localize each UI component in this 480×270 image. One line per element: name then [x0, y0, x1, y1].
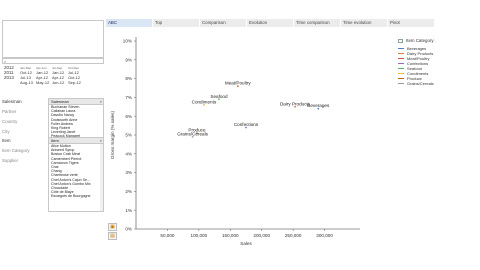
tab-abc[interactable]: ABC: [106, 19, 153, 27]
dimension-label[interactable]: Supplier: [2, 156, 46, 166]
selection-box[interactable]: [2, 20, 104, 58]
item-listbox[interactable]: Item ⌕ Alice Mutton Aniseed Syrup Boston…: [48, 137, 104, 212]
y-tick-label: 3%: [125, 170, 132, 175]
data-point-label: Seafood: [210, 94, 228, 99]
legend-swatch: [398, 67, 404, 70]
y-tick-label: 1%: [125, 208, 132, 213]
x-tick-label: 250,000: [285, 233, 302, 238]
dimension-label[interactable]: Country: [2, 117, 46, 127]
search-icon: ⌕: [4, 59, 7, 64]
x-tick-label: 50,000: [160, 233, 174, 238]
data-point-label: Beverages: [307, 103, 330, 108]
legend-swatch: [398, 57, 404, 60]
y-tick-label: 0%: [125, 227, 132, 232]
y-tick-label: 9%: [125, 57, 132, 62]
filter-panel: ⌕ 2012 2011 2013 Jan-Mar Apr-Jun Jul-Sep…: [0, 0, 104, 270]
chart-svg: 0% 1% 2% 3% 4% 5% 6% 7% 8% 9% 10% 50,000 100,000 150,…: [110, 37, 360, 246]
data-point-label: Dairy Products: [280, 101, 311, 106]
export-icon[interactable]: ▤: [108, 232, 117, 240]
tab-time-evolution[interactable]: Time evolution: [341, 19, 388, 27]
search-icon[interactable]: ⌕: [100, 99, 102, 105]
data-point-label: Meat/Poultry: [225, 81, 251, 86]
legend-title: Item Category: [406, 38, 434, 43]
x-tick-label: 150,000: [222, 233, 239, 238]
month-grid: Jan-Mar Apr-Jun Jul-Sep Oct-Dec Oct-12 J…: [20, 66, 102, 85]
year-list: 2012 2011 2013: [4, 65, 18, 80]
y-tick-label: 2%: [125, 189, 132, 194]
month-cell[interactable]: Jun-12: [52, 80, 68, 85]
listbox-title: Item: [51, 138, 59, 143]
month-cell[interactable]: Aug-13: [20, 80, 36, 85]
month-cell[interactable]: Sep-12: [68, 80, 84, 85]
dimension-label[interactable]: Item: [2, 136, 46, 146]
tab-comparison[interactable]: Comparison: [200, 19, 247, 27]
tab-top[interactable]: Top: [153, 19, 200, 27]
legend-item[interactable]: Grains/Cereals: [398, 81, 468, 86]
dimension-label[interactable]: Item Category: [2, 146, 46, 156]
y-axis-label: Gross margin (% sales): [110, 111, 115, 159]
legend-swatch: [398, 77, 404, 80]
legend-swatch: [398, 72, 404, 75]
salesman-dimensions: Salesman Partner Country City: [2, 97, 46, 137]
scatter-chart: 0% 1% 2% 3% 4% 5% 6% 7% 8% 9% 10% 50,000 100,000 150,…: [106, 27, 396, 270]
year-item[interactable]: 2013: [4, 75, 18, 80]
list-item[interactable]: Escargots de Bourgogne: [49, 194, 103, 198]
x-tick-label: 200,000: [253, 233, 270, 238]
legend-swatch: [398, 47, 404, 50]
scrollbar[interactable]: [100, 144, 103, 211]
data-point-label: Condiments: [192, 99, 217, 104]
y-tick-label: 8%: [125, 76, 132, 81]
tab-evolution[interactable]: Evolution: [247, 19, 294, 27]
tab-time-comparison[interactable]: Time comparison: [294, 19, 341, 27]
search-input[interactable]: ⌕: [2, 58, 104, 64]
data-point-label: Confections: [234, 122, 259, 127]
y-tick-label: 10%: [123, 39, 132, 44]
legend: Item Category Beverages Dairy Products Mea…: [398, 38, 468, 86]
legend-label: Grains/Cereals: [407, 81, 434, 86]
x-axis-label: Sales: [240, 241, 252, 246]
tab-pivot[interactable]: Pivot: [388, 19, 435, 27]
x-tick-label: 100,000: [191, 233, 208, 238]
chart-type-icon[interactable]: ▣: [108, 223, 117, 231]
x-tick-label: 300,000: [316, 233, 333, 238]
y-tick-label: 4%: [125, 151, 132, 156]
listbox-title: Salesman: [51, 99, 69, 104]
y-tick-label: 7%: [125, 95, 132, 100]
month-cell[interactable]: May-12: [36, 80, 52, 85]
legend-icon: [398, 39, 403, 43]
legend-swatch: [398, 52, 404, 55]
dimension-label[interactable]: Partner: [2, 107, 46, 117]
tab-bar: ABC Top Comparison Evolution Time compar…: [106, 19, 480, 27]
y-tick-label: 5%: [125, 133, 132, 138]
item-dimensions: Item Item Category Supplier: [2, 136, 46, 166]
dimension-label[interactable]: Salesman: [2, 97, 46, 107]
legend-swatch: [398, 62, 404, 65]
legend-swatch: [398, 82, 404, 85]
y-tick-label: 6%: [125, 114, 132, 119]
data-point-label: Grains/Cereals: [177, 131, 208, 136]
